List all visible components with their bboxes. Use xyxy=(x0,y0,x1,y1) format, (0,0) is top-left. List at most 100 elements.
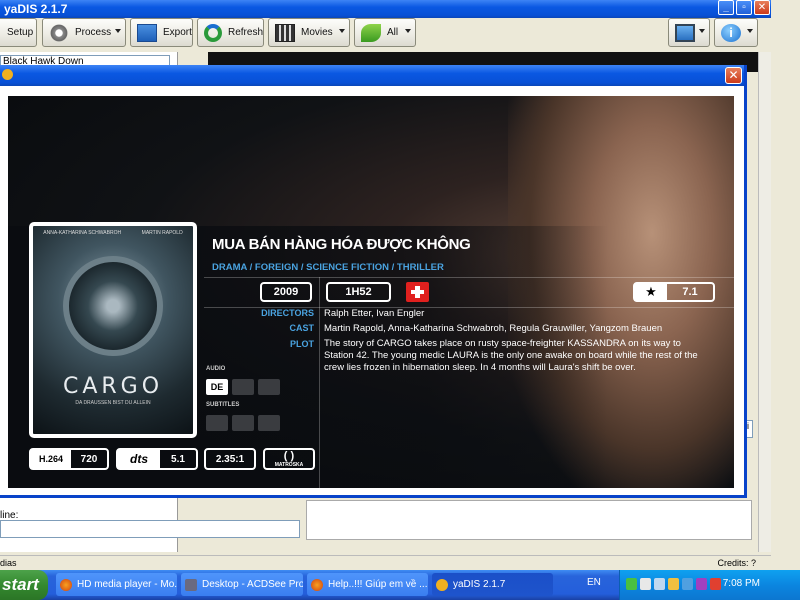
minimize-button[interactable]: _ xyxy=(718,0,734,15)
audio-label: AUDIO xyxy=(206,366,226,372)
monitor-icon xyxy=(675,23,695,42)
rating-badge: ★ 7.1 xyxy=(633,282,715,302)
movie-title: MUA BÁN HÀNG HÓA ĐƯỢC KHÔNG xyxy=(212,236,471,253)
divider xyxy=(204,277,734,278)
movies-dropdown[interactable]: Movies xyxy=(268,18,350,47)
resolution: 720 xyxy=(80,453,98,465)
process-button[interactable]: Process xyxy=(42,18,126,47)
refresh-icon xyxy=(204,23,222,42)
maximize-button[interactable]: ▫ xyxy=(736,0,752,15)
start-label: start xyxy=(2,575,39,594)
clock[interactable]: 7:08 PM xyxy=(723,578,760,589)
tray-icon[interactable] xyxy=(668,578,679,590)
tray-icon[interactable] xyxy=(640,578,651,590)
all-dropdown[interactable]: All xyxy=(354,18,416,47)
export-button[interactable]: Export xyxy=(130,18,193,47)
taskbar-item-help[interactable]: Help..!!! Giúp em về ... xyxy=(307,573,428,596)
tray-icon[interactable] xyxy=(654,578,665,590)
export-label: Export xyxy=(163,27,192,38)
dialog-close-button[interactable]: ✕ xyxy=(725,67,742,84)
movie-genres: DRAMA / FOREIGN / SCIENCE FICTION / THRI… xyxy=(212,262,444,273)
tray-icon[interactable] xyxy=(696,578,707,590)
taskbar-item-yadis[interactable]: yaDIS 2.1.7 xyxy=(432,573,553,596)
dialog-titlebar[interactable]: ✕ xyxy=(0,65,744,86)
movies-label: Movies xyxy=(301,27,333,38)
swiss-flag-icon xyxy=(406,282,429,302)
video-codec: H.264 xyxy=(31,450,71,468)
language-indicator[interactable]: EN xyxy=(587,577,601,588)
tray-icon[interactable] xyxy=(710,578,721,590)
runtime-badge: 1H52 xyxy=(326,282,391,302)
cast-value: Martin Rapold, Anna-Katharina Schwabroh,… xyxy=(324,323,663,334)
firefox-icon xyxy=(311,578,323,591)
divider xyxy=(319,277,320,488)
all-label: All xyxy=(387,27,399,38)
video-format-badge: H.264 720 xyxy=(29,448,109,470)
rating-value: 7.1 xyxy=(682,286,698,298)
cast-label: CAST xyxy=(289,323,315,333)
app-icon xyxy=(2,69,13,80)
start-button[interactable]: start xyxy=(0,570,48,600)
export-icon xyxy=(137,23,157,42)
credits-text: Credits: ? xyxy=(717,558,756,568)
tray-icon[interactable] xyxy=(626,578,637,590)
system-tray: 7:08 PM xyxy=(619,570,800,600)
filter-input[interactable] xyxy=(0,520,300,538)
gear-icon xyxy=(49,23,69,42)
process-label: Process xyxy=(75,27,112,38)
audio-lang-badge: DE xyxy=(206,379,228,395)
audio-slot xyxy=(232,379,254,395)
task-label: Help..!!! Giúp em về ... xyxy=(328,579,428,590)
chevron-down-icon xyxy=(405,29,411,33)
subtitles-label: SUBTITLES xyxy=(206,402,240,408)
subtitle-slot xyxy=(258,415,280,431)
firefox-icon xyxy=(60,578,72,591)
taskbar: start HD media player - Mo... Desktop - … xyxy=(0,570,800,600)
status-bar: dias Credits: ? xyxy=(0,555,771,570)
year-badge: 2009 xyxy=(260,282,312,302)
container-name: MATROSKA xyxy=(274,461,304,468)
leaf-icon xyxy=(361,23,381,42)
poster-art xyxy=(63,256,163,356)
poster-tagline: DA DRAUSSEN BIST DU ALLEIN xyxy=(75,400,151,406)
matroska-icon: ( ) xyxy=(283,449,295,462)
refresh-button[interactable]: Refresh xyxy=(197,18,264,47)
movie-sheet: ANNA-KATHARINA SCHWABROH MARTIN RAPOLD C… xyxy=(8,96,734,488)
container-badge: ( ) MATROSKA xyxy=(263,448,315,470)
setup-button[interactable]: Setup xyxy=(0,18,37,47)
star-icon: ★ xyxy=(635,284,667,300)
main-window-title: yaDIS 2.1.7 xyxy=(4,2,68,16)
notes-area[interactable] xyxy=(306,500,752,540)
subtitle-slot xyxy=(206,415,228,431)
poster-credits: ANNA-KATHARINA SCHWABROH MARTIN RAPOLD xyxy=(33,230,193,236)
plot-label: PLOT xyxy=(290,339,314,349)
info-dropdown[interactable]: i xyxy=(714,18,758,47)
window-close-button[interactable]: ✕ xyxy=(754,0,770,15)
scrollbar[interactable] xyxy=(758,52,771,552)
subtitle-slot xyxy=(232,415,254,431)
chevron-down-icon xyxy=(747,29,753,33)
refresh-label: Refresh xyxy=(227,27,263,38)
task-label: Desktop - ACDSee Pro 3 xyxy=(202,579,303,590)
yadis-icon xyxy=(436,578,448,591)
plot-text: The story of CARGO takes place on rusty … xyxy=(324,338,698,373)
movie-info-dialog: ✕ ANNA-KATHARINA SCHWABROH MARTIN RAPOLD… xyxy=(0,65,747,498)
chevron-down-icon xyxy=(115,29,121,33)
taskbar-item-acdsee[interactable]: Desktop - ACDSee Pro 3 xyxy=(181,573,303,596)
display-dropdown[interactable] xyxy=(668,18,710,47)
poster-name-right: MARTIN RAPOLD xyxy=(141,230,183,236)
poster-title: CARGO xyxy=(62,374,164,399)
taskbar-item-firefox[interactable]: HD media player - Mo... xyxy=(56,573,177,596)
poster-name-left: ANNA-KATHARINA SCHWABROH xyxy=(43,230,122,236)
toolbar: Setup Process Export Refresh Movies All … xyxy=(0,18,771,50)
aspect-ratio: 2.35:1 xyxy=(215,453,245,465)
directors-value: Ralph Etter, Ivan Engler xyxy=(324,308,425,319)
chevron-down-icon xyxy=(699,29,705,33)
aspect-ratio-badge: 2.35:1 xyxy=(204,448,256,470)
task-label: yaDIS 2.1.7 xyxy=(453,579,506,590)
main-window-titlebar[interactable]: yaDIS 2.1.7 _ ▫ ✕ xyxy=(0,0,771,18)
audio-channels: 5.1 xyxy=(171,453,185,465)
acdsee-icon xyxy=(185,578,197,591)
audio-slot xyxy=(258,379,280,395)
tray-icon[interactable] xyxy=(682,578,693,590)
